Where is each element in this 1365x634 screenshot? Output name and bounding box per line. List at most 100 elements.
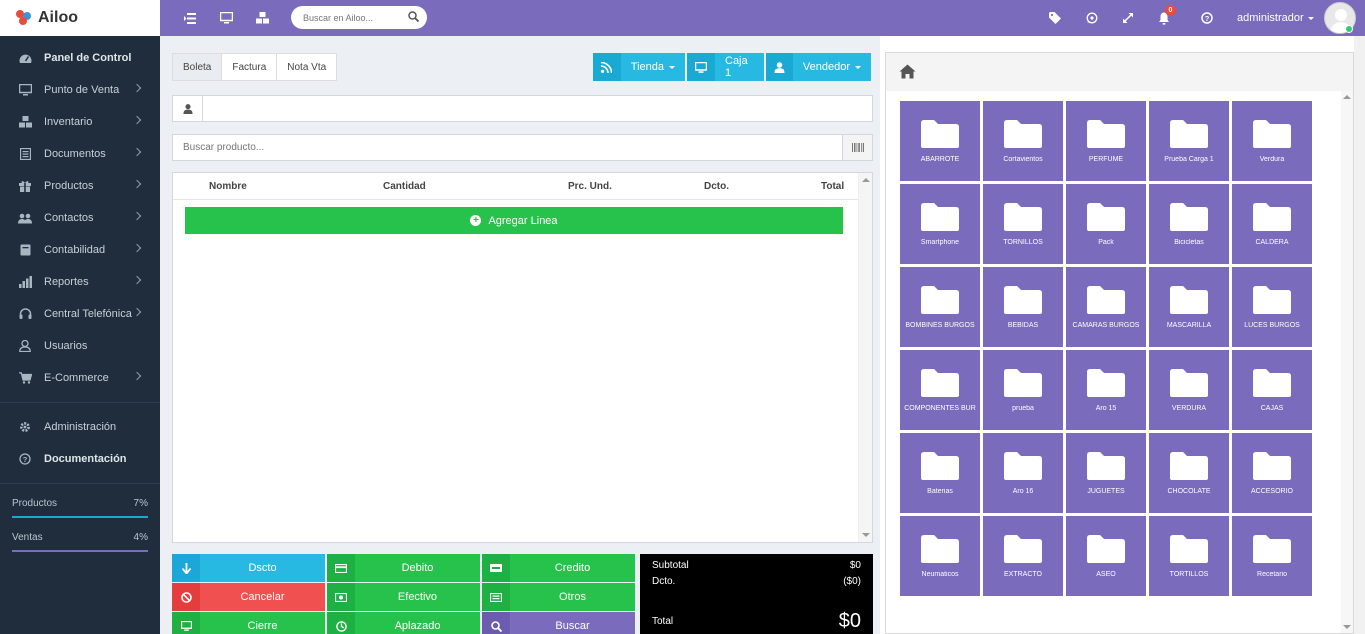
bell-icon[interactable]: 0 <box>1156 5 1176 26</box>
category-tile[interactable]: ASEO <box>1066 516 1146 596</box>
folder-icon <box>921 452 959 480</box>
category-tile[interactable]: Pack <box>1066 184 1146 264</box>
help-icon[interactable]: ? <box>1199 10 1215 26</box>
cash-button[interactable]: Efectivo <box>327 583 480 611</box>
search-button[interactable]: Buscar <box>482 612 635 634</box>
register-button[interactable]: Caja 1 <box>687 53 764 81</box>
category-tile[interactable]: Neumaticos <box>900 516 980 596</box>
category-tile[interactable]: PERFUME <box>1066 101 1146 181</box>
sidebar-item-punto-de-venta[interactable]: Punto de Venta <box>0 74 160 106</box>
category-label: Neumaticos <box>921 571 959 578</box>
search-icon[interactable] <box>408 11 420 25</box>
tab-boleta[interactable]: Boleta <box>172 53 223 81</box>
caret-down-icon <box>669 65 675 69</box>
category-tile[interactable]: VERDURA <box>1149 350 1229 430</box>
inventory-boxes-icon[interactable] <box>254 10 270 26</box>
money-icon <box>327 583 355 611</box>
home-icon[interactable] <box>899 64 916 82</box>
categories-panel: ABARROTE Cortavientos PERFUME Prueba Carga … <box>885 52 1354 634</box>
category-tile[interactable]: Recetario <box>1232 516 1312 596</box>
seller-dropdown[interactable]: Vendedor <box>766 53 871 81</box>
users-icon <box>18 211 32 225</box>
category-tile[interactable]: Prueba Carga 1 <box>1149 101 1229 181</box>
folder-icon <box>1253 535 1291 563</box>
category-tile[interactable]: CAMARAS BURGOS <box>1066 267 1146 347</box>
sidebar-item-panel-de-control[interactable]: Panel de Control <box>0 42 160 74</box>
category-tile[interactable]: TORTILLOS <box>1149 516 1229 596</box>
category-tile[interactable]: ACCESORIO <box>1232 433 1312 513</box>
client-input[interactable] <box>203 96 872 121</box>
discount-button[interactable]: Dscto <box>172 554 325 582</box>
global-search-input[interactable] <box>303 12 399 23</box>
tab-factura[interactable]: Factura <box>221 53 278 81</box>
category-tile[interactable]: COMPONENTES BUR <box>900 350 980 430</box>
tab-nota-vta[interactable]: Nota Vta <box>276 53 338 81</box>
category-tile[interactable]: Baterias <box>900 433 980 513</box>
add-line-button[interactable]: + Agregar Linea <box>185 207 843 234</box>
column-header: Dcto. <box>704 181 729 192</box>
product-search[interactable] <box>172 134 873 161</box>
fullscreen-icon[interactable] <box>1120 10 1136 26</box>
sidebar-item-label: Contactos <box>44 212 94 224</box>
folder-icon <box>1087 120 1125 148</box>
toggle-menu-icon[interactable] <box>182 10 198 26</box>
pos-monitor-icon[interactable] <box>218 10 234 26</box>
progress-label: Ventas <box>12 532 43 543</box>
close-register-button[interactable]: Cierre <box>172 612 325 634</box>
sidebar-item-inventario[interactable]: Inventario <box>0 106 160 138</box>
category-tile[interactable]: Cortavientos <box>983 101 1063 181</box>
sidebar-item-label: Documentación <box>44 453 127 465</box>
category-tile[interactable]: Smartphone <box>900 184 980 264</box>
category-tile[interactable]: ABARROTE <box>900 101 980 181</box>
brand[interactable]: Ailoo <box>0 0 160 36</box>
credit-button[interactable]: Credito <box>482 554 635 582</box>
global-search[interactable] <box>291 6 427 29</box>
sidebar-item-contabilidad[interactable]: Contabilidad <box>0 234 160 266</box>
sidebar-item-central-telef-nica[interactable]: Central Telefónica <box>0 298 160 330</box>
category-tile[interactable]: prueba <box>983 350 1063 430</box>
client-field[interactable] <box>172 95 873 122</box>
folder-icon <box>1170 203 1208 231</box>
category-tile[interactable]: TORNILLOS <box>983 184 1063 264</box>
category-tile[interactable]: Bicicletas <box>1149 184 1229 264</box>
sidebar-item-usuarios[interactable]: Usuarios <box>0 330 160 362</box>
sidebar-item-contactos[interactable]: Contactos <box>0 202 160 234</box>
categories-scrollbar[interactable] <box>1341 91 1353 633</box>
cart-scrollbar[interactable] <box>858 173 872 542</box>
category-label: MASCARILLA <box>1166 322 1212 329</box>
store-dropdown[interactable]: Tienda <box>593 53 685 81</box>
others-button[interactable]: Otros <box>482 583 635 611</box>
sidebar-item-administraci-n[interactable]: Administración <box>0 411 160 443</box>
category-tile[interactable]: LUCES BURGOS <box>1232 267 1312 347</box>
barcode-icon[interactable] <box>842 135 872 160</box>
deferred-button[interactable]: Aplazado <box>327 612 480 634</box>
category-tile[interactable]: JUGUETES <box>1066 433 1146 513</box>
category-tile[interactable]: MASCARILLA <box>1149 267 1229 347</box>
whatsapp-icon[interactable] <box>1084 10 1100 26</box>
category-tile[interactable]: Aro 16 <box>983 433 1063 513</box>
sidebar-item-productos[interactable]: Productos <box>0 170 160 202</box>
sidebar-item-documentos[interactable]: Documentos <box>0 138 160 170</box>
category-tile[interactable]: BEBIDAS <box>983 267 1063 347</box>
sidebar-item-documentaci-n[interactable]: ? Documentación <box>0 443 160 475</box>
sidebar-item-reportes[interactable]: Reportes <box>0 266 160 298</box>
category-tile[interactable]: CAJAS <box>1232 350 1312 430</box>
category-tile[interactable]: Verdura <box>1232 101 1312 181</box>
sidebar-item-label: Usuarios <box>44 340 88 352</box>
category-label: COMPONENTES BUR <box>904 405 976 412</box>
category-tile[interactable]: CALDERA <box>1232 184 1312 264</box>
category-tile[interactable]: BOMBINES BURGOS <box>900 267 980 347</box>
page-scrollbar[interactable] <box>1354 36 1365 634</box>
category-tile[interactable]: EXTRACTO <box>983 516 1063 596</box>
sidebar-item-e-commerce[interactable]: E-Commerce <box>0 362 160 394</box>
user-menu[interactable]: administrador <box>1237 0 1356 36</box>
document-type-tabs: Boleta Factura Nota Vta <box>172 53 338 81</box>
category-tile[interactable]: Aro 15 <box>1066 350 1146 430</box>
tag-icon[interactable] <box>1047 10 1063 26</box>
debit-button[interactable]: Debito <box>327 554 480 582</box>
product-search-input[interactable] <box>173 135 842 160</box>
discount-total-value: ($0) <box>843 576 861 587</box>
category-tile[interactable]: CHOCOLATE <box>1149 433 1229 513</box>
cancel-button[interactable]: Cancelar <box>172 583 325 611</box>
category-label: CHOCOLATE <box>1167 488 1211 495</box>
